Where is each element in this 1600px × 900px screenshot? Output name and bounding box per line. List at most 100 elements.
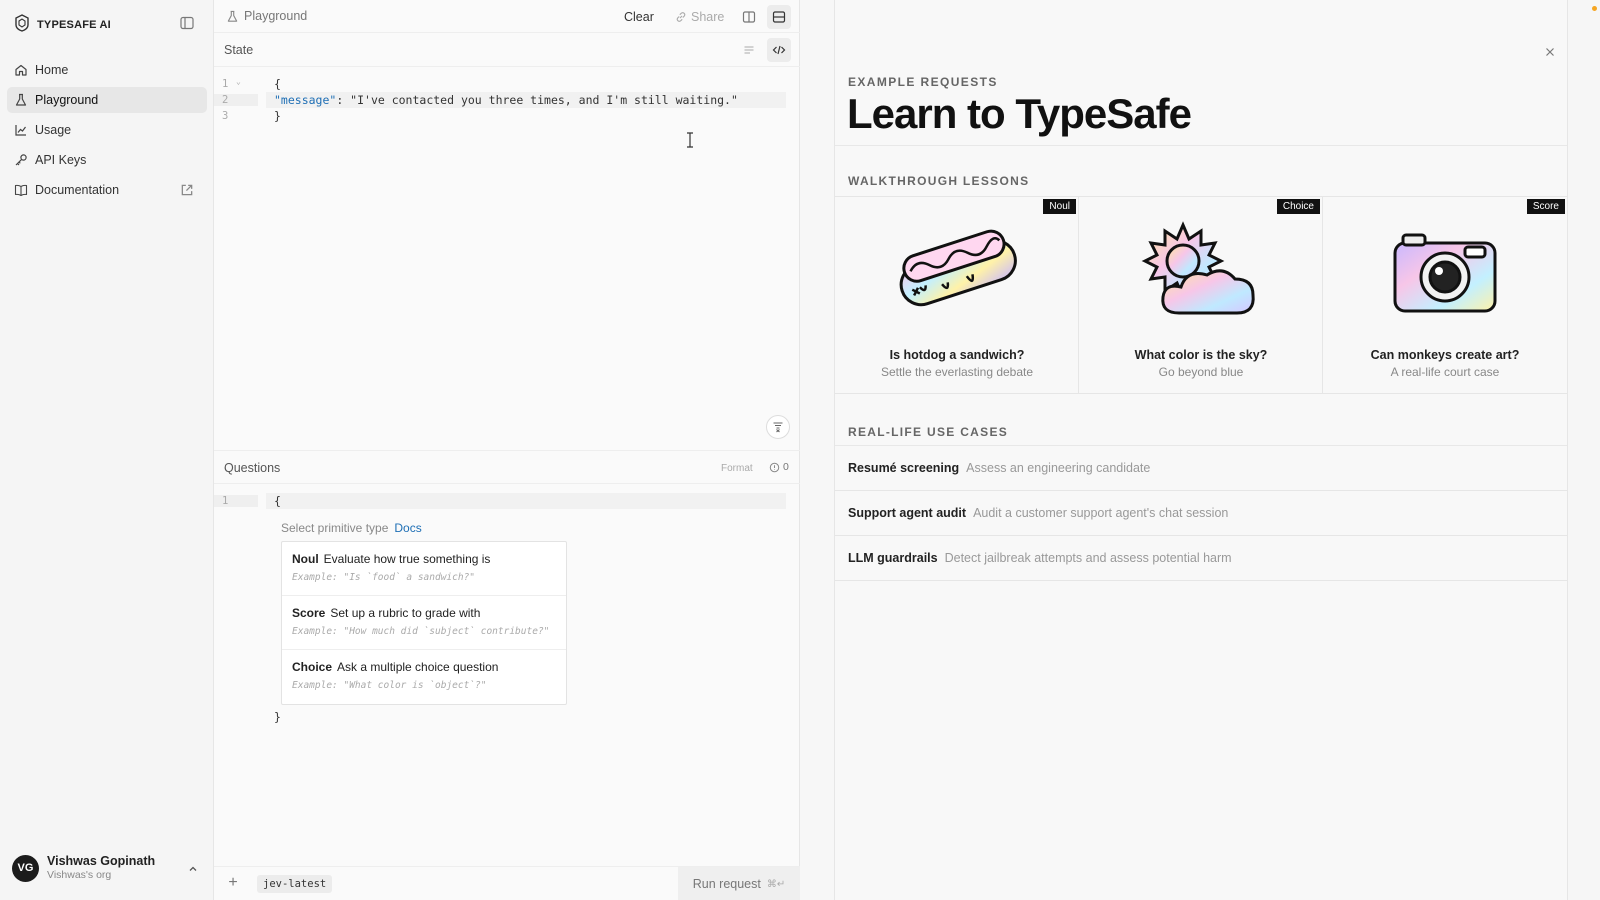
docs-link[interactable]: Docs (394, 521, 421, 535)
camera-illustration (1393, 233, 1497, 313)
sidebar-collapse-icon[interactable] (180, 16, 196, 32)
rows-icon (772, 11, 786, 23)
editor-toolbar: Playground Clear Share (214, 0, 800, 33)
lesson-subtitle: Settle the everlasting debate (880, 365, 1034, 379)
split-horizontal-button[interactable] (767, 5, 791, 29)
brand[interactable]: TYPESAFE AI (14, 14, 111, 35)
alert-circle-icon (769, 462, 780, 472)
line-number: 1 (214, 495, 258, 507)
book-icon (14, 184, 28, 197)
json-value: "I've contacted you three times, and I'm… (350, 93, 738, 107)
json-separator: : (336, 93, 351, 107)
code-line: 3 } (214, 108, 800, 124)
lesson-subtitle: Go beyond blue (1158, 365, 1244, 379)
link-icon (676, 12, 686, 22)
state-title: State (224, 43, 254, 57)
sidebar-item-documentation[interactable]: Documentation (7, 177, 207, 203)
code-line: 2 "message": "I've contacted you three t… (214, 92, 800, 108)
editor-footer: + jev-latest Run request ⌘↵ (214, 866, 800, 900)
sidebar-nav: Home Playground Usage API Keys Documenta… (7, 57, 207, 207)
primitive-desc: Ask a multiple choice question (337, 660, 499, 674)
chevron-up-icon[interactable] (186, 862, 200, 876)
split-vertical-button[interactable] (737, 5, 761, 29)
code-text: { (274, 77, 281, 91)
usecase-title: Resumé screening (848, 461, 960, 475)
chart-icon (15, 125, 26, 136)
usecase-resume-screening[interactable]: Resumé screening Assess an engineering c… (835, 446, 1567, 491)
avatar: VG (12, 854, 39, 882)
line-number: 2 (214, 94, 258, 106)
brand-name: TYPESAFE AI (37, 18, 111, 31)
lines-icon (744, 46, 754, 54)
flask-icon (15, 93, 27, 106)
sidebar-item-home[interactable]: Home (7, 57, 207, 83)
primitive-type-menu: Noul Evaluate how true something is Examp… (281, 541, 567, 705)
primitive-option-noul[interactable]: Noul Evaluate how true something is Examp… (282, 542, 566, 596)
run-shortcut: ⌘↵ (766, 878, 786, 890)
page-title: Playground (244, 9, 308, 23)
lesson-title: Can monkeys create art? (1370, 348, 1520, 362)
code-icon (772, 45, 786, 55)
lesson-title: What color is the sky? (1134, 348, 1268, 362)
lesson-card-hotdog[interactable]: Noul Is hotdog a sandwich? Settle the ev… (835, 197, 1079, 393)
flask-icon (227, 10, 238, 22)
primitive-option-choice[interactable]: Choice Ask a multiple choice question Exa… (282, 650, 566, 704)
error-count-value: 0 (783, 461, 789, 473)
sidebar-item-usage[interactable]: Usage (7, 117, 207, 143)
columns-icon (742, 11, 756, 23)
lesson-card-sky[interactable]: Choice What color is the sky? Go beyond … (1079, 197, 1323, 393)
state-header: State (214, 33, 800, 67)
primitive-desc: Set up a rubric to grade with (330, 606, 481, 620)
usecase-desc: Audit a customer support agent's chat se… (973, 506, 1229, 520)
sun-cloud-illustration (1141, 221, 1255, 315)
primitive-example: Example: "Is `food` a sandwich?" (292, 572, 476, 583)
error-count: 0 (769, 461, 789, 473)
close-icon[interactable] (1544, 46, 1556, 58)
sidebar-item-label: API Keys (35, 153, 87, 167)
code-line: 1 ⌄ { (214, 76, 800, 92)
sidebar: TYPESAFE AI Home Playground Usage API Ke… (0, 0, 214, 900)
share-button[interactable]: Share (669, 8, 730, 26)
code-text: { (266, 493, 786, 509)
key-icon (15, 154, 27, 166)
window-edge (1568, 0, 1600, 900)
add-button[interactable]: + (224, 874, 242, 892)
run-request-button[interactable]: Run request ⌘↵ (678, 867, 800, 900)
clear-filter-button[interactable] (766, 415, 790, 439)
sidebar-item-playground[interactable]: Playground (7, 87, 207, 113)
questions-header: Questions Format 0 (214, 450, 800, 484)
usecase-llm-guardrails[interactable]: LLM guardrails Detect jailbreak attempts… (835, 536, 1567, 581)
code-view-button[interactable] (767, 38, 791, 62)
user-profile[interactable]: VG Vishwas Gopinath Vishwas's org (12, 854, 155, 882)
format-lines-button[interactable] (737, 38, 761, 62)
external-link-icon (181, 184, 193, 196)
version-tag[interactable]: jev-latest (257, 875, 333, 893)
format-button[interactable]: Format (721, 463, 753, 474)
json-key: "message" (274, 93, 337, 107)
user-org: Vishwas's org (47, 869, 112, 881)
primitive-desc: Evaluate how true something is (323, 552, 491, 566)
primitive-name: Score (292, 606, 326, 620)
lesson-subtitle: A real-life court case (1390, 365, 1500, 379)
lessons-heading: WALKTHROUGH LESSONS (848, 174, 1030, 188)
usecase-support-agent-audit[interactable]: Support agent audit Audit a customer sup… (835, 491, 1567, 536)
lesson-title: Is hotdog a sandwich? (889, 348, 1025, 362)
code-line: 1 { (214, 493, 800, 509)
home-icon (15, 64, 27, 76)
typesafe-logo-icon (14, 14, 30, 35)
primitive-prompt: Select primitive type Docs (281, 521, 422, 535)
primitive-option-score[interactable]: Score Set up a rubric to grade with Examp… (282, 596, 566, 650)
fold-chevron-icon[interactable]: ⌄ (236, 77, 241, 86)
clear-button[interactable]: Clear (618, 8, 660, 26)
usecases-heading: REAL-LIFE USE CASES (848, 425, 1009, 439)
primitive-example: Example: "What color is `object`?" (292, 680, 487, 691)
lesson-badge: Score (1526, 199, 1565, 214)
code-line: } (214, 709, 800, 725)
lesson-card-monkeys[interactable]: Score Can monkeys create art? A real-lif… (1323, 197, 1567, 393)
sidebar-item-api-keys[interactable]: API Keys (7, 147, 207, 173)
sidebar-item-label: Home (35, 63, 69, 77)
text-cursor-icon (686, 132, 693, 148)
line-number: 3 (222, 110, 229, 122)
sidebar-item-label: Documentation (35, 183, 120, 197)
lesson-badge: Choice (1276, 199, 1320, 214)
